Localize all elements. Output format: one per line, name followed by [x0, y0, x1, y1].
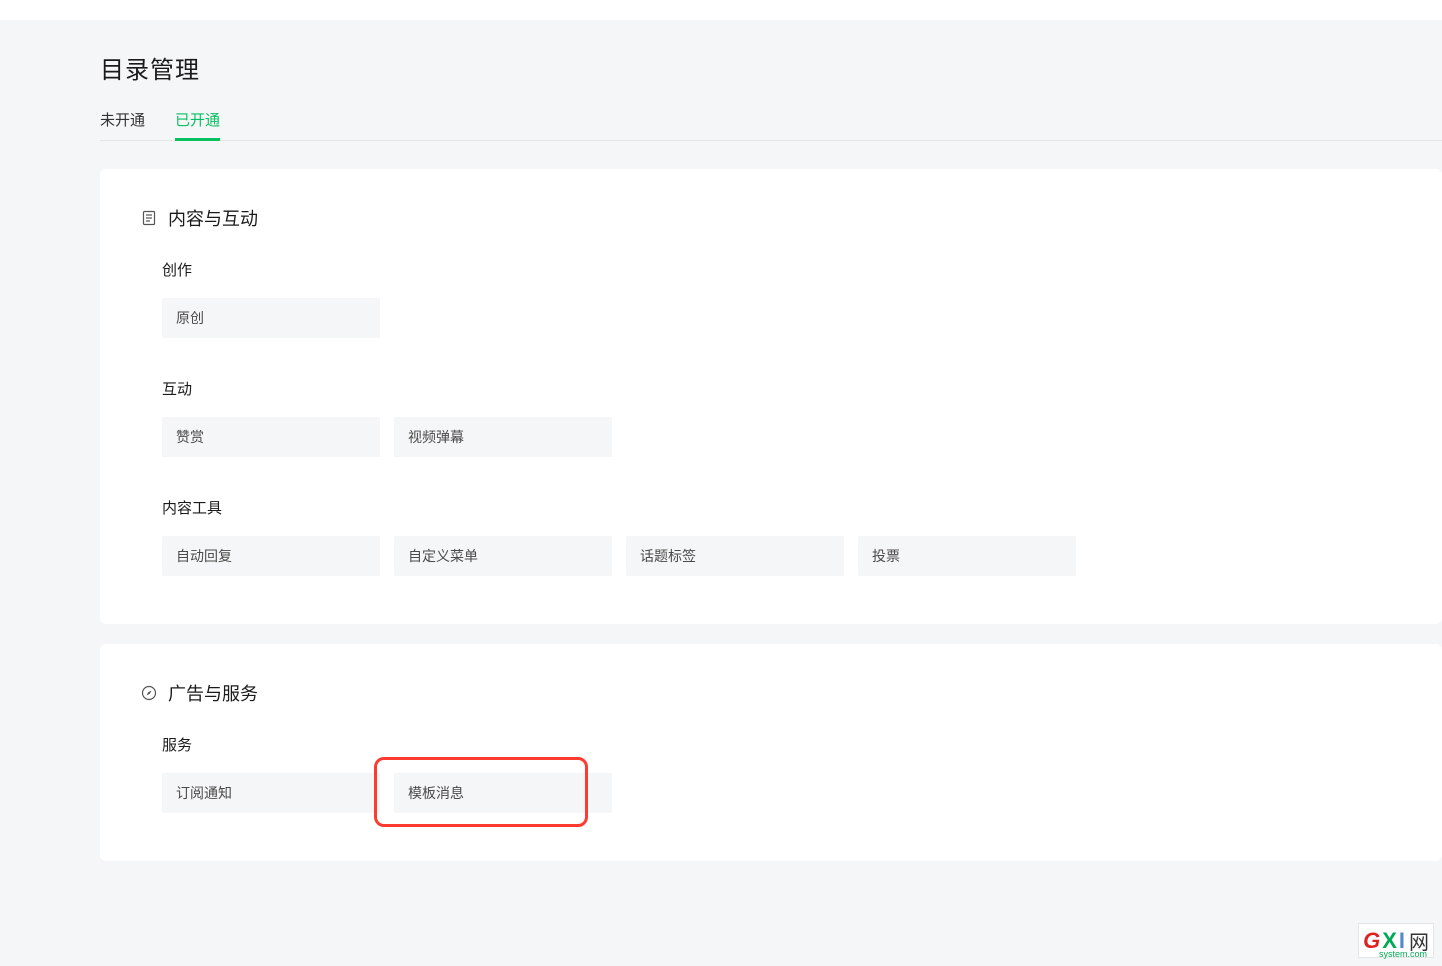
subsection-label-creation: 创作: [162, 259, 1402, 280]
chip-topic-tag[interactable]: 话题标签: [626, 536, 844, 576]
watermark: G X I 网 system.com: [1358, 923, 1434, 958]
chip-custom-menu[interactable]: 自定义菜单: [394, 536, 612, 576]
chip-reward[interactable]: 赞赏: [162, 417, 380, 457]
watermark-g: G: [1363, 928, 1380, 954]
document-icon: [140, 209, 158, 227]
chip-vote[interactable]: 投票: [858, 536, 1076, 576]
page-title: 目录管理: [100, 50, 1442, 85]
section-content-interaction: 内容与互动 创作 原创 互动 赞赏 视频弹幕 内容工具 自动回复 自定义菜单 话…: [100, 169, 1442, 624]
tab-enabled[interactable]: 已开通: [175, 109, 220, 140]
chip-template-message[interactable]: 模板消息: [394, 773, 612, 813]
chip-video-danmu[interactable]: 视频弹幕: [394, 417, 612, 457]
watermark-sub: system.com: [1379, 949, 1427, 959]
chip-subscription-notice[interactable]: 订阅通知: [162, 773, 380, 813]
subsection-label-interaction: 互动: [162, 378, 1402, 399]
section-ads-services: 广告与服务 服务 订阅通知 模板消息: [100, 644, 1442, 861]
tab-not-enabled[interactable]: 未开通: [100, 109, 145, 140]
section-title: 内容与互动: [168, 205, 258, 231]
chip-original[interactable]: 原创: [162, 298, 380, 338]
section-title: 广告与服务: [168, 680, 258, 706]
subsection-label-service: 服务: [162, 734, 1402, 755]
compass-icon: [140, 684, 158, 702]
tabs: 未开通 已开通: [100, 109, 1442, 141]
chip-auto-reply[interactable]: 自动回复: [162, 536, 380, 576]
subsection-label-content-tools: 内容工具: [162, 497, 1402, 518]
